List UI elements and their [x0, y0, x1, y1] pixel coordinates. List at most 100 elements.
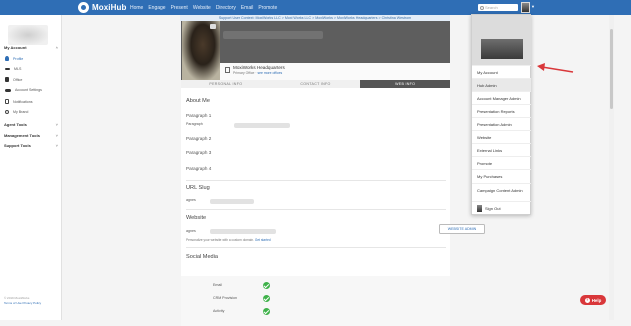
sidebar-section-management-tools[interactable]: Management Tools ˅	[4, 133, 58, 138]
help-label: Help	[591, 297, 602, 303]
sidebar-item-label: Notifications	[13, 99, 33, 104]
page-scrollbar[interactable]	[609, 15, 614, 320]
search-placeholder: Search	[485, 5, 498, 10]
nav-present[interactable]: Present	[171, 5, 188, 11]
sidebar: My Account ˄ Profile MLS Office Account …	[0, 15, 62, 320]
sidebar-item-profile[interactable]: Profile	[5, 56, 23, 61]
sidebar-item-notifications[interactable]: Notifications	[5, 99, 33, 104]
nav-engage[interactable]: Engage	[148, 5, 165, 11]
user-avatar[interactable]	[521, 2, 530, 13]
personalize-text: Personalize your website with a custom d…	[186, 238, 271, 242]
office-role-label: Primary Office ·	[233, 71, 258, 75]
website-heading: Website	[186, 215, 207, 221]
get-started-link[interactable]: Get started	[255, 238, 271, 242]
nav-directory[interactable]: Directory	[216, 5, 236, 11]
nav-email[interactable]: Email	[241, 5, 254, 11]
menu-item-my-account[interactable]: My Account	[472, 65, 531, 78]
main-nav: Home Engage Present Website Directory Em…	[130, 0, 277, 15]
paragraph-1-field[interactable]	[234, 123, 290, 128]
sign-out-label: Sign Out	[485, 205, 501, 211]
social-media-section: Email CRM Provision Activity	[181, 276, 450, 326]
search-input[interactable]: Search	[478, 4, 518, 11]
question-icon: ?	[584, 297, 590, 303]
menu-item-presentation-admin[interactable]: Presentation Admin	[472, 117, 531, 130]
menu-item-website[interactable]: Website	[472, 130, 531, 143]
dropdown-header	[472, 15, 531, 65]
personalize-copy: Personalize your website with a custom d…	[186, 238, 255, 242]
menu-item-promote[interactable]: Promote	[472, 156, 531, 169]
sidebar-item-label: MLS	[14, 67, 22, 71]
footer-links[interactable]: Terms of Use Privacy Policy	[4, 301, 41, 306]
sidebar-item-mls[interactable]: MLS	[5, 67, 21, 71]
url-slug-label: agnes	[186, 198, 196, 202]
menu-item-hub-admin[interactable]: Hub Admin	[472, 78, 531, 91]
paragraph-field-label: Paragraph	[186, 122, 203, 126]
menu-item-sign-out[interactable]: Sign Out	[472, 201, 531, 214]
menu-item-external-links[interactable]: External Links	[472, 143, 531, 156]
sign-out-avatar	[477, 204, 482, 212]
office-name: MoxiWorks Headquarters	[233, 65, 285, 70]
more-offices-link[interactable]: see more offices	[257, 71, 282, 75]
website-label: agnes	[186, 229, 196, 233]
tab-contact-info[interactable]: CONTACT INFO	[271, 80, 361, 88]
url-slug-field[interactable]	[210, 199, 254, 204]
paragraph-1-label: Paragraph 1	[186, 113, 212, 118]
bell-icon	[5, 99, 9, 104]
menu-item-account-manager-admin[interactable]: Account Manager Admin	[472, 91, 531, 104]
paragraph-4-label: Paragraph 4	[186, 166, 212, 171]
dropdown-profile-photo	[481, 39, 523, 59]
nav-promote[interactable]: Promote	[258, 5, 277, 11]
social-row-label: Activity	[213, 309, 225, 313]
scrollbar-thumb[interactable]	[610, 29, 613, 109]
sidebar-section-my-account[interactable]: My Account ˄	[4, 45, 58, 50]
paragraph-2-label: Paragraph 2	[186, 136, 212, 141]
moxihub-logo[interactable]: MoxiHub	[78, 2, 126, 13]
paragraph-3-label: Paragraph 3	[186, 150, 212, 155]
logo-icon	[78, 2, 89, 13]
website-admin-button[interactable]: WEBSITE ADMIN	[439, 224, 485, 234]
search-icon	[480, 5, 484, 10]
menu-item-my-purchases[interactable]: My Purchases	[472, 169, 531, 182]
top-nav-bar: MoxiHub Home Engage Present Website Dire…	[0, 0, 631, 15]
section-divider	[186, 209, 446, 210]
sidebar-item-label: Account Settings	[15, 88, 42, 92]
sidebar-item-office[interactable]: Office	[5, 77, 22, 82]
profile-tabs: PERSONAL INFO CONTACT INFO WEB INFO	[181, 80, 451, 88]
sidebar-section-agent-tools[interactable]: Agent Tools ˅	[4, 122, 58, 127]
chevron-up-icon: ˄	[55, 45, 58, 50]
office-icon	[5, 77, 9, 82]
user-icon	[5, 56, 9, 61]
sidebar-item-label: Profile	[13, 56, 24, 61]
menu-item-presentation-reports[interactable]: Presentation Reports	[472, 104, 531, 117]
redacted-name	[223, 31, 323, 39]
sidebar-avatar	[8, 25, 48, 45]
mls-icon	[5, 68, 10, 70]
sidebar-item-my-brand[interactable]: My Brand	[5, 110, 28, 114]
section-label: Agent Tools	[4, 122, 27, 127]
website-url-field[interactable]	[210, 229, 276, 234]
profile-photo	[182, 21, 220, 80]
tab-web-info[interactable]: WEB INFO	[360, 80, 451, 88]
menu-item-campaign-content-admin[interactable]: Campaign Content Admin	[472, 183, 531, 196]
chevron-down-icon: ˅	[55, 143, 58, 148]
sidebar-section-support-tools[interactable]: Support Tools ˅	[4, 143, 58, 148]
section-divider	[186, 247, 446, 248]
check-icon	[263, 308, 270, 315]
section-label: Support Tools	[4, 143, 31, 148]
url-slug-heading: URL Slug	[186, 185, 210, 191]
nav-home[interactable]: Home	[130, 5, 143, 11]
camera-icon[interactable]	[210, 24, 216, 29]
about-me-heading: About Me	[186, 98, 210, 104]
section-label: My Account	[4, 45, 27, 50]
help-button[interactable]: ? Help	[580, 295, 606, 305]
chevron-down-icon: ˅	[55, 133, 58, 138]
sidebar-item-account-settings[interactable]: Account Settings	[5, 88, 42, 92]
nav-website[interactable]: Website	[193, 5, 211, 11]
chevron-down-icon[interactable]: ▼	[531, 4, 535, 9]
sidebar-footer: © 2019 MoxiWorks Terms of Use Privacy Po…	[4, 296, 41, 305]
tab-personal-info[interactable]: PERSONAL INFO	[181, 80, 271, 88]
sidebar-item-label: My Brand	[13, 110, 29, 114]
section-label: Management Tools	[4, 133, 40, 138]
section-divider	[186, 180, 446, 181]
social-row-label: Email	[213, 283, 222, 287]
